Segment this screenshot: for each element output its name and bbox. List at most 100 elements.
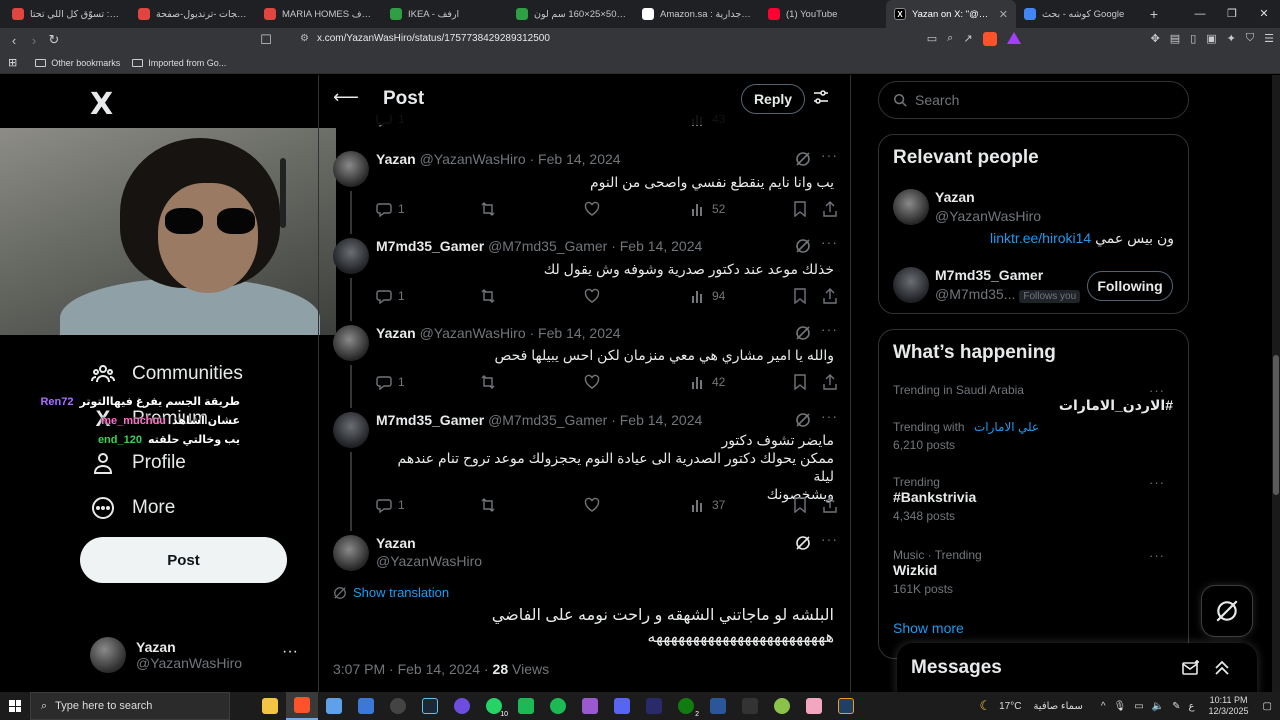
views-action[interactable]: 52: [690, 201, 725, 217]
grok-button[interactable]: [1201, 585, 1253, 637]
nav-profile[interactable]: Profile: [90, 450, 186, 476]
like-action[interactable]: [584, 201, 606, 217]
more-icon[interactable]: ···: [821, 531, 838, 547]
app-icon[interactable]: [446, 692, 478, 720]
app-icon[interactable]: [830, 692, 862, 720]
following-button[interactable]: Following: [1087, 271, 1173, 301]
trend-item[interactable]: Music · Trending ··· Wizkid 161K posts: [893, 548, 1175, 598]
show-more-link[interactable]: Show more: [893, 620, 964, 636]
trend-item[interactable]: Trending ··· #Bankstrivia 4,348 posts: [893, 475, 1175, 525]
more-icon[interactable]: ···: [1149, 475, 1165, 490]
browser-tab[interactable]: (1) YouTube: [760, 0, 886, 28]
more-icon[interactable]: ···: [821, 147, 838, 163]
scrollbar-thumb[interactable]: [1273, 355, 1279, 495]
bookmark-imported[interactable]: Imported from Go...: [132, 58, 226, 68]
repost-action[interactable]: [480, 374, 502, 390]
chevron-up-icon[interactable]: ^: [1101, 701, 1106, 712]
sidebar-icon[interactable]: ▯: [1190, 32, 1196, 46]
x-logo-icon[interactable]: X: [90, 87, 113, 122]
app-icon[interactable]: [766, 692, 798, 720]
reply-tweet[interactable]: Yazan @YazanWasHiro · Feb 14, 2024 ···: [319, 321, 850, 405]
share-action[interactable]: [822, 497, 844, 513]
microphone-icon[interactable]: 🎙: [1114, 701, 1127, 712]
brave-browser-icon[interactable]: [286, 692, 318, 720]
avatar[interactable]: [893, 189, 929, 225]
reply-action[interactable]: 1: [376, 374, 405, 390]
author-name[interactable]: Yazan: [376, 325, 416, 341]
app-icon[interactable]: [350, 692, 382, 720]
reply-action[interactable]: 1: [376, 201, 405, 217]
browser-tab[interactable]: ترنديول: تسوّق كل اللي تحتا...: [4, 0, 130, 28]
grok-icon[interactable]: [795, 151, 811, 167]
steam-icon[interactable]: [414, 692, 446, 720]
author-name[interactable]: Yazan: [376, 151, 416, 167]
close-tab-icon[interactable]: ✕: [999, 8, 1008, 21]
minimize-icon[interactable]: —: [1184, 0, 1216, 28]
author-name[interactable]: M7md35_Gamer: [376, 412, 484, 428]
like-action[interactable]: [584, 374, 606, 390]
pen-icon[interactable]: ✎: [1172, 701, 1180, 712]
browser-tab[interactable]: Amazon.sa : رفوف جدارية: [634, 0, 760, 28]
new-message-icon[interactable]: [1182, 659, 1200, 677]
app-icon[interactable]: [606, 692, 638, 720]
more-icon[interactable]: ···: [821, 408, 838, 424]
xbox-icon[interactable]: 2: [670, 692, 702, 720]
views-action[interactable]: 42: [690, 374, 725, 390]
apps-grid-icon[interactable]: ⊞: [8, 56, 17, 69]
grok-icon[interactable]: [795, 238, 811, 254]
reply-button[interactable]: Reply: [741, 84, 805, 114]
install-app-icon[interactable]: ▭: [927, 32, 937, 46]
reply-action[interactable]: 1: [376, 497, 405, 513]
bookmark-action[interactable]: [792, 497, 814, 513]
share-action[interactable]: [822, 374, 844, 390]
language-indicator[interactable]: ع: [1189, 701, 1195, 712]
browser-tab[interactable]: كوشه - بحث Google: [1016, 0, 1142, 28]
search-input[interactable]: [915, 92, 1175, 108]
bookmark-action[interactable]: [792, 374, 814, 390]
reload-icon[interactable]: ↻: [44, 32, 64, 48]
author-handle-date[interactable]: @YazanWasHiro · Feb 14, 2024: [420, 325, 621, 341]
avatar[interactable]: [333, 151, 369, 187]
clock[interactable]: 10:11 PM 12/3/2025: [1209, 695, 1249, 717]
author-handle-date[interactable]: @M7md35_Gamer · Feb 14, 2024: [488, 238, 702, 254]
more-icon[interactable]: ···: [821, 321, 838, 337]
repost-action[interactable]: [480, 201, 502, 217]
author-handle[interactable]: @YazanWasHiro: [376, 553, 482, 569]
share-action[interactable]: [822, 288, 844, 304]
weather-temp[interactable]: 17°C: [999, 701, 1021, 712]
volume-icon[interactable]: 🔈: [1152, 701, 1164, 712]
author-name[interactable]: Yazan: [376, 535, 416, 551]
post-time[interactable]: 3:07 PM · Feb 14, 2024 ·: [333, 661, 493, 677]
search-box[interactable]: [878, 81, 1189, 119]
trend-item[interactable]: Trending in Saudi Arabia ··· #الاردن_الا…: [893, 383, 1175, 453]
person-name[interactable]: Yazan: [935, 189, 975, 205]
word-icon[interactable]: [702, 692, 734, 720]
back-arrow-icon[interactable]: ⟵: [333, 87, 359, 108]
notifications-icon[interactable]: ▢: [1263, 701, 1272, 712]
url-field[interactable]: ⚙ x.com/YazanWasHiro/status/1757738429289…: [300, 33, 550, 44]
leo-ai-icon[interactable]: ✦: [1227, 32, 1236, 46]
avatar[interactable]: [333, 325, 369, 361]
app-icon[interactable]: [798, 692, 830, 720]
wallet-icon[interactable]: ▣: [1206, 32, 1216, 46]
vpn-icon[interactable]: ⛉: [1246, 32, 1254, 46]
site-info-icon[interactable]: ⚙: [300, 33, 309, 44]
app-icon[interactable]: [638, 692, 670, 720]
reply-tweet[interactable]: M7md35_Gamer @M7md35_Gamer · Feb 14, 202…: [319, 234, 850, 318]
taskbar-search[interactable]: ⌕ Type here to search: [30, 692, 230, 720]
reader-icon[interactable]: ▤: [1170, 32, 1180, 46]
repost-action[interactable]: [480, 288, 502, 304]
sort-replies-icon[interactable]: [813, 89, 829, 105]
grok-icon[interactable]: [795, 325, 811, 341]
weather-icon[interactable]: ☾: [979, 698, 991, 714]
repost-action[interactable]: [480, 497, 502, 513]
views-action[interactable]: 94: [690, 288, 725, 304]
brave-shields-icon[interactable]: [982, 32, 997, 46]
page-scrollbar[interactable]: [1272, 75, 1280, 692]
spotify-icon[interactable]: [542, 692, 574, 720]
author-handle-date[interactable]: @YazanWasHiro · Feb 14, 2024: [420, 151, 621, 167]
reply-action[interactable]: 1: [376, 288, 405, 304]
app-icon[interactable]: [318, 692, 350, 720]
nav-communities[interactable]: Communities: [90, 361, 243, 387]
show-translation-link[interactable]: Show translation: [333, 585, 449, 600]
